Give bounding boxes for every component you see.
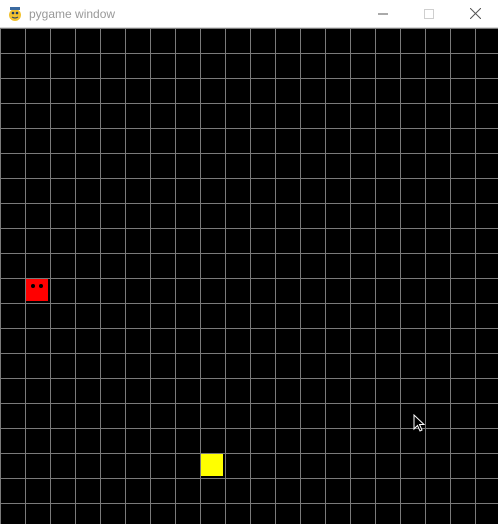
maximize-icon [424, 8, 434, 19]
window-title: pygame window [29, 6, 116, 21]
title-bar[interactable]: pygame window [0, 0, 498, 28]
close-button[interactable] [452, 0, 498, 27]
snake-eye-left [31, 284, 35, 288]
window-controls [360, 0, 498, 27]
minimize-icon [378, 13, 388, 14]
snake-head [26, 279, 48, 301]
pygame-window: pygame window [0, 0, 498, 524]
food-pellet [201, 454, 223, 476]
mouse-cursor-icon [413, 414, 425, 432]
minimize-button[interactable] [360, 0, 406, 27]
maximize-button[interactable] [406, 0, 452, 27]
snake-eye-right [39, 284, 43, 288]
close-icon [469, 8, 481, 19]
game-canvas[interactable] [0, 28, 498, 524]
pygame-snake-icon [9, 6, 21, 21]
